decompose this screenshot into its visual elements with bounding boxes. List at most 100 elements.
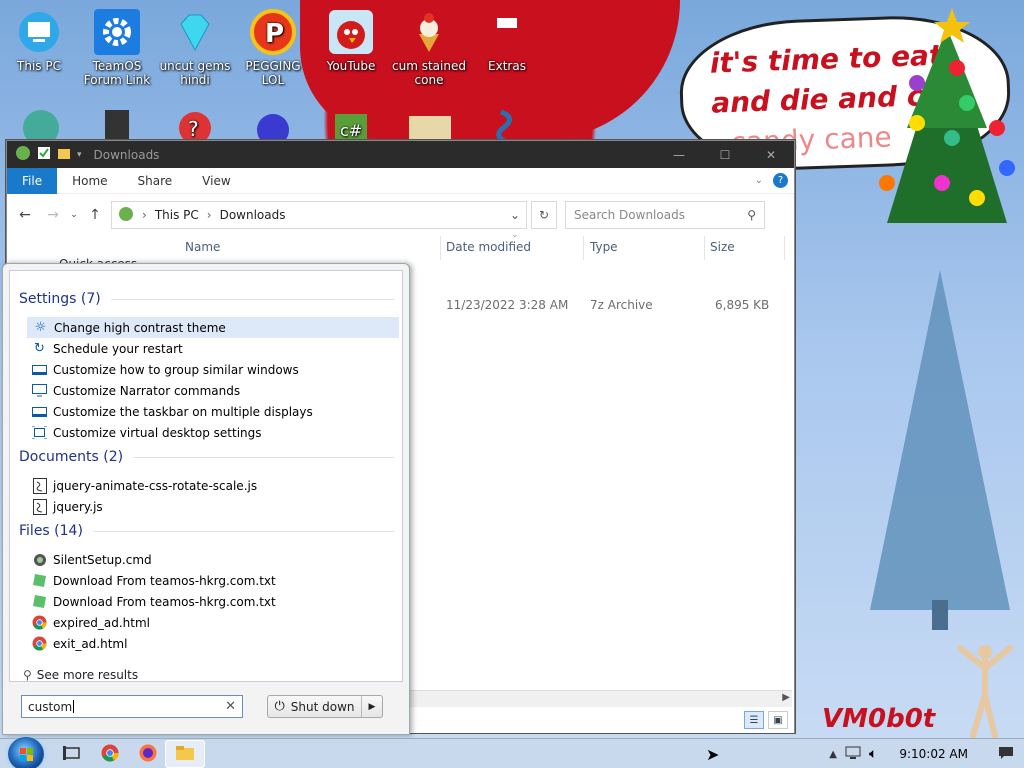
back-arrow-icon[interactable]: ←: [13, 207, 37, 223]
scroll-right-arrow-icon[interactable]: ▶: [782, 692, 790, 703]
shut-down-label: Shut down: [290, 699, 355, 714]
result-label: Download From teamos-hkrg.com.txt: [53, 573, 276, 588]
result-label: Change high contrast theme: [54, 320, 226, 335]
breadcrumb-separator-icon[interactable]: ›: [142, 208, 147, 222]
desktop-icon-this-pc[interactable]: This PC: [0, 8, 78, 73]
large-icons-view-icon[interactable]: ▣: [768, 711, 788, 729]
svg-text:c#: c#: [340, 121, 362, 140]
tab-home[interactable]: Home: [57, 168, 122, 194]
search-icon: ⚲: [23, 668, 32, 682]
chrome-icon: [31, 635, 48, 652]
up-arrow-icon[interactable]: ↑: [83, 207, 107, 223]
result-virtual-desktop-settings[interactable]: Customize virtual desktop settings: [27, 422, 399, 443]
result-change-high-contrast-theme[interactable]: ☼ Change high contrast theme: [27, 317, 399, 338]
desktop-icon-label: cum stained cone: [392, 59, 466, 87]
desktop-icon-cone[interactable]: cum stained cone: [390, 8, 468, 87]
window-title: Downloads: [93, 147, 160, 162]
tab-view[interactable]: View: [187, 168, 245, 194]
group-settings[interactable]: Settings (7): [19, 291, 394, 307]
this-pc-icon: [15, 8, 63, 56]
refresh-button[interactable]: ↻: [531, 201, 557, 229]
result-schedule-restart[interactable]: ↻ Schedule your restart: [27, 338, 399, 359]
network-icon[interactable]: [845, 746, 861, 763]
start-search-input[interactable]: custom ✕: [21, 695, 243, 718]
shut-down-button[interactable]: ⏻ Shut down ▶: [267, 695, 383, 718]
result-jquery-js[interactable]: jquery.js: [27, 496, 399, 517]
minimize-button[interactable]: —: [656, 141, 702, 168]
help-icon[interactable]: ?: [773, 173, 788, 188]
result-download-teamos-1[interactable]: Download From teamos-hkrg.com.txt: [27, 570, 399, 591]
horizontal-scrollbar[interactable]: ▶: [407, 690, 792, 707]
result-silentsetup-cmd[interactable]: SilentSetup.cmd: [27, 549, 399, 570]
ice-cream-icon: [405, 8, 453, 56]
file-size: 6,895 KB: [715, 298, 770, 312]
folder-icon: [175, 745, 195, 764]
breadcrumb-downloads[interactable]: Downloads: [220, 208, 286, 222]
windows-logo-icon: [20, 748, 33, 761]
search-downloads-input[interactable]: Search Downloads ⚲: [565, 201, 765, 229]
column-size[interactable]: Size: [710, 240, 735, 254]
group-files[interactable]: Files (14): [19, 523, 394, 539]
volume-icon[interactable]: 🔈︎: [869, 746, 877, 762]
breadcrumb-separator-icon[interactable]: ›: [207, 208, 212, 222]
column-name[interactable]: Name: [185, 240, 220, 254]
refresh-icon: ↻: [34, 341, 45, 356]
maximize-button[interactable]: ☐: [702, 141, 748, 168]
action-center-icon[interactable]: [998, 746, 1014, 763]
properties-icon[interactable]: [37, 146, 51, 163]
new-folder-icon[interactable]: [57, 146, 71, 163]
close-button[interactable]: ✕: [748, 141, 794, 168]
result-label: Customize Narrator commands: [53, 383, 241, 398]
see-more-results-link[interactable]: ⚲ See more results: [23, 668, 138, 682]
diamond-icon: [171, 8, 219, 56]
desktop-icon-youtube[interactable]: YouTube: [312, 8, 390, 73]
result-jquery-animate[interactable]: jquery-animate-css-rotate-scale.js: [27, 475, 399, 496]
breadcrumb-this-pc[interactable]: This PC: [155, 208, 199, 222]
desktop-icon-extras[interactable]: Extras: [468, 8, 546, 73]
column-type[interactable]: Type: [590, 240, 618, 254]
forward-arrow-icon[interactable]: →: [41, 207, 65, 223]
result-narrator-commands[interactable]: Customize Narrator commands: [27, 380, 399, 401]
taskbar-chrome[interactable]: [90, 740, 130, 768]
taskbar-firefox[interactable]: [128, 740, 168, 768]
tab-file[interactable]: File: [7, 167, 58, 194]
column-date-modified[interactable]: Date modified: [446, 240, 531, 254]
group-documents[interactable]: Documents (2): [19, 449, 394, 465]
result-label: Customize virtual desktop settings: [53, 425, 262, 440]
desktop-icon-pegging[interactable]: P PEGGING LOL: [234, 8, 312, 87]
desktop-icon-teamos-forum-link[interactable]: TeamOS Forum Link: [78, 8, 156, 87]
show-hidden-icons-icon[interactable]: ▲: [829, 749, 837, 760]
task-view-button[interactable]: [52, 740, 92, 768]
start-menu-bottom: custom ✕ ⏻ Shut down ▶: [3, 684, 409, 736]
desktop-icon-uncut-gems[interactable]: uncut gems hindi: [156, 8, 234, 87]
expand-ribbon-icon[interactable]: ⌄: [755, 175, 763, 186]
result-label: Schedule your restart: [53, 341, 183, 356]
desktop-icon-label: uncut gems hindi: [159, 59, 231, 87]
customize-quick-access-icon[interactable]: ▾: [77, 150, 82, 160]
shut-down-main[interactable]: ⏻ Shut down: [268, 696, 362, 717]
result-taskbar-multiple-displays[interactable]: Customize the taskbar on multiple displa…: [27, 401, 399, 422]
refresh-icon: ↻: [538, 208, 550, 222]
start-button[interactable]: [8, 737, 44, 768]
recent-locations-icon[interactable]: ⌄: [69, 210, 79, 220]
title-bar[interactable]: ▾ Downloads — ☐ ✕: [7, 141, 794, 168]
result-label: Download From teamos-hkrg.com.txt: [53, 594, 276, 609]
status-bar: ☰ ▣: [407, 707, 794, 733]
taskbar-file-explorer[interactable]: [165, 740, 205, 768]
details-view-icon[interactable]: ☰: [744, 711, 764, 729]
ribbon-tabs: File Home Share View ⌄ ?: [7, 167, 794, 194]
clear-search-icon[interactable]: ✕: [225, 699, 236, 714]
clock[interactable]: 9:10:02 AM: [899, 747, 968, 761]
result-download-teamos-2[interactable]: Download From teamos-hkrg.com.txt: [27, 591, 399, 612]
start-menu: Settings (7) ☼ Change high contrast them…: [2, 263, 410, 735]
tab-share[interactable]: Share: [123, 168, 188, 194]
address-bar[interactable]: › This PC › Downloads ⌄: [111, 201, 527, 229]
result-label: SilentSetup.cmd: [53, 552, 152, 567]
result-expired-ad-html[interactable]: expired_ad.html: [27, 612, 399, 633]
result-group-similar-windows[interactable]: Customize how to group similar windows: [27, 359, 399, 380]
sun-icon: ☼: [34, 320, 47, 335]
shut-down-options-arrow-icon[interactable]: ▶: [362, 702, 382, 712]
chevron-down-icon[interactable]: ⌄: [510, 208, 520, 222]
result-exit-ad-html[interactable]: exit_ad.html: [27, 633, 399, 654]
sort-indicator-icon: ⌄: [511, 230, 519, 240]
